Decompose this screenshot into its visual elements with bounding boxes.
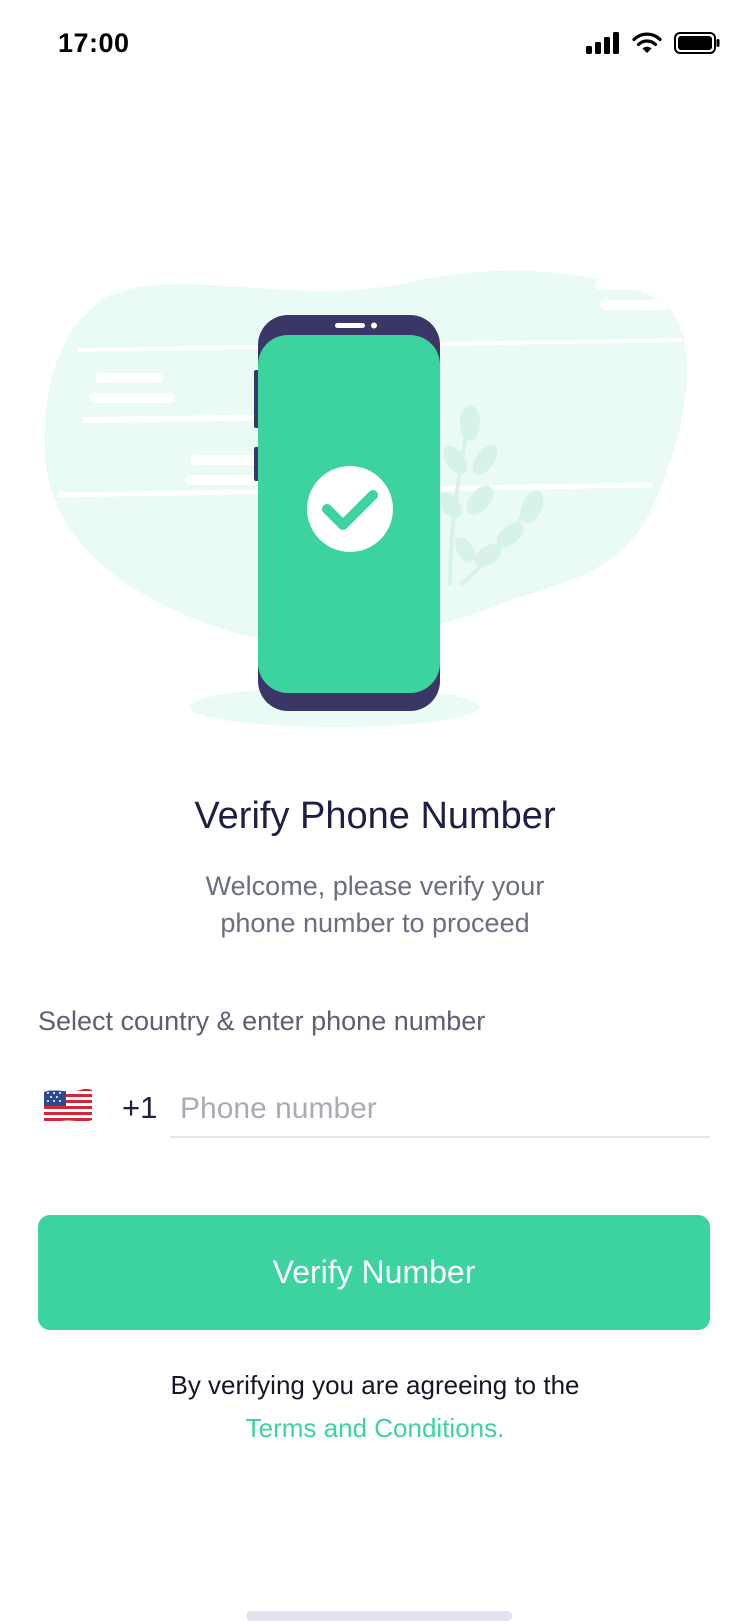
signal-icon bbox=[586, 32, 619, 54]
home-indicator[interactable] bbox=[246, 1611, 512, 1621]
us-flag-icon[interactable] bbox=[42, 1086, 94, 1126]
page-subtitle: Welcome, please verify your phone number… bbox=[175, 868, 575, 942]
wifi-icon bbox=[632, 32, 662, 53]
terms-text: By verifying you are agreeing to the bbox=[170, 1370, 580, 1400]
verify-number-button[interactable]: Verify Number bbox=[38, 1215, 710, 1330]
country-phone-label: Select country & enter phone number bbox=[38, 1006, 486, 1036]
phone-number-input[interactable] bbox=[170, 1082, 710, 1138]
phone-verified-illustration bbox=[44, 270, 687, 727]
status-time: 17:00 bbox=[58, 28, 130, 58]
terms-link[interactable]: Terms and Conditions. bbox=[0, 1413, 750, 1444]
phone-input-row: +1 bbox=[38, 1082, 710, 1142]
subtitle-line: phone number to proceed bbox=[220, 908, 530, 938]
battery-icon bbox=[674, 32, 720, 54]
subtitle-line: Welcome, please verify your bbox=[205, 871, 545, 901]
dial-code[interactable]: +1 bbox=[122, 1090, 157, 1126]
status-bar: 17:00 bbox=[0, 0, 750, 90]
page-title: Verify Phone Number bbox=[194, 795, 556, 837]
status-icons bbox=[586, 28, 720, 58]
